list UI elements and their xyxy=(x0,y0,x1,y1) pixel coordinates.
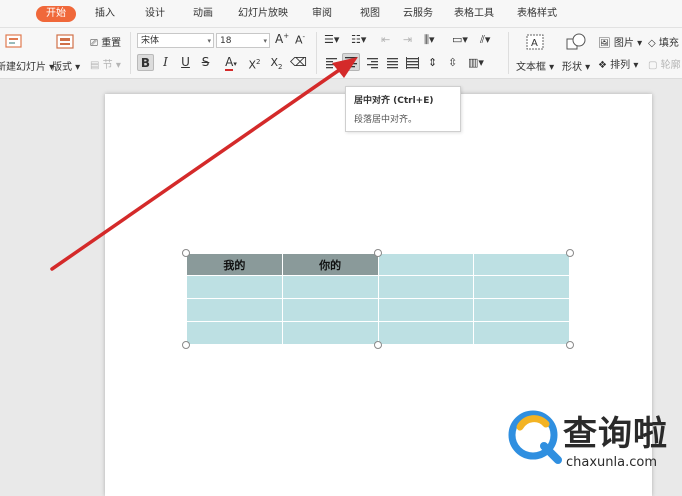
watermark-url: chaxunla.com xyxy=(566,455,657,470)
watermark-text: 查询啦 xyxy=(563,414,668,454)
watermark-logo-icon xyxy=(508,410,562,464)
